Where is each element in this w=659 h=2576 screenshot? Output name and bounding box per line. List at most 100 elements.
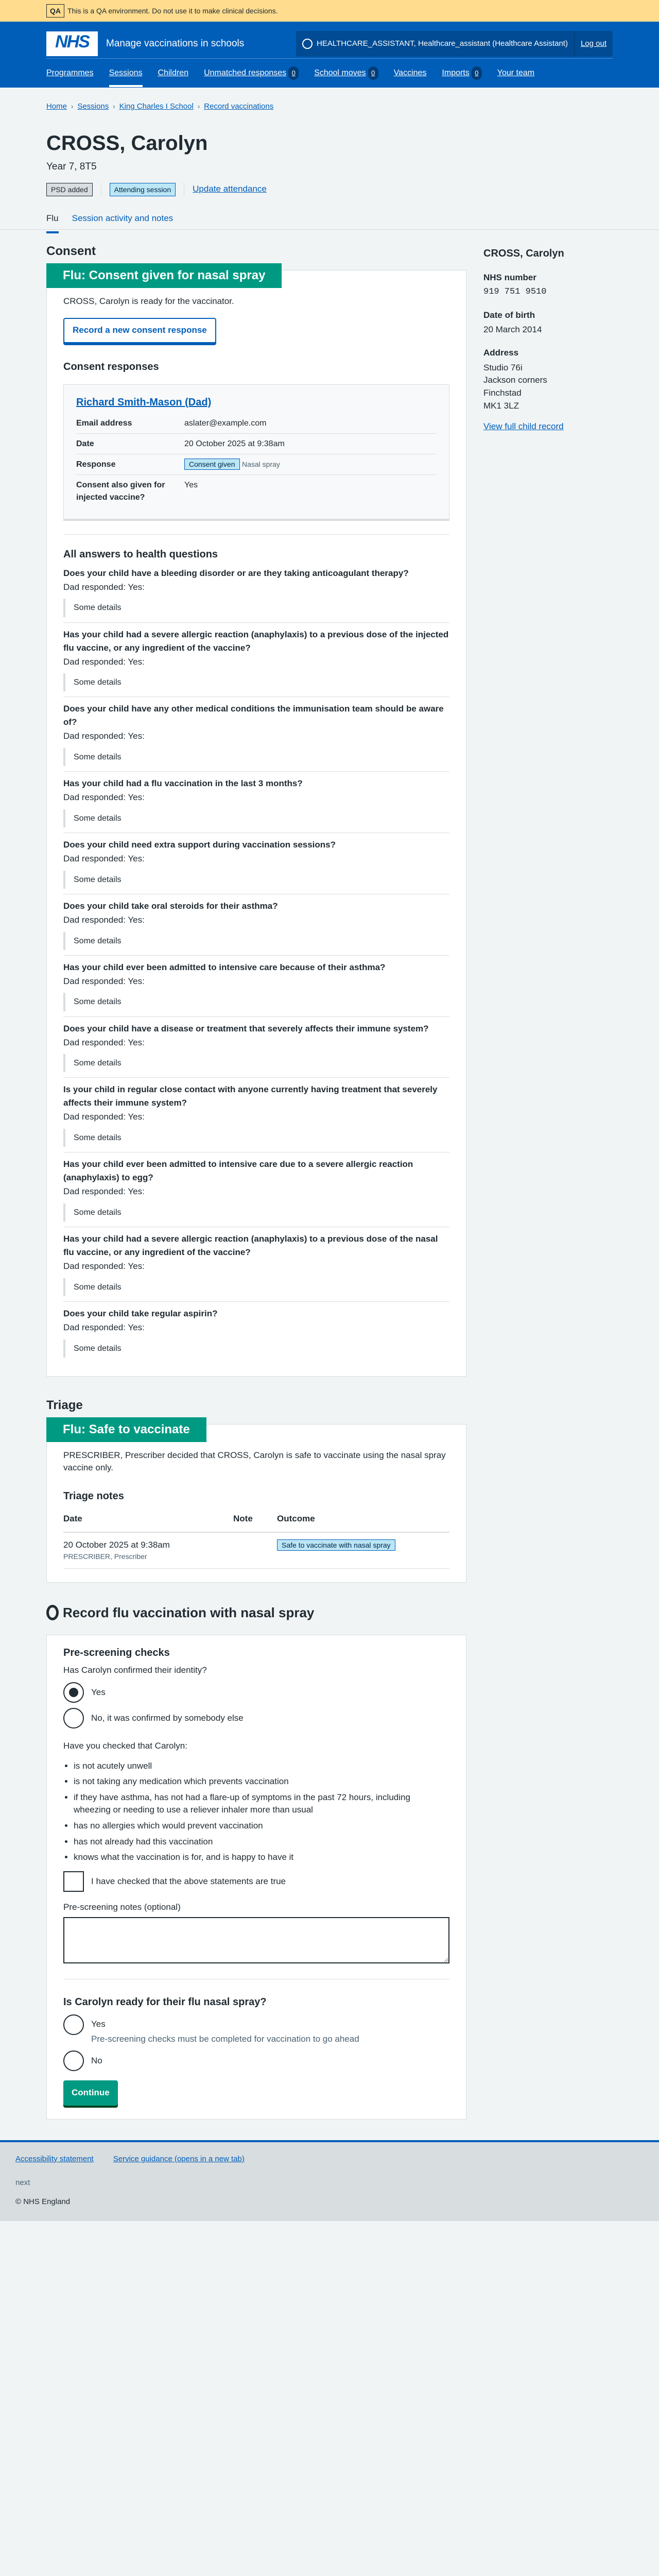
user-icon bbox=[302, 38, 313, 49]
accessibility-link[interactable]: Accessibility statement bbox=[15, 2154, 94, 2165]
nav-sessions[interactable]: Sessions bbox=[109, 59, 143, 87]
health-question: Does your child have any other medical c… bbox=[63, 697, 449, 772]
ready-question: Is Carolyn ready for their flu nasal spr… bbox=[63, 1996, 267, 2008]
tab-flu[interactable]: Flu bbox=[46, 212, 59, 233]
nav-school-moves[interactable]: School moves 0 bbox=[314, 59, 378, 87]
identity-no-radio[interactable]: No, it was confirmed by somebody else bbox=[63, 1707, 449, 1728]
qa-text: This is a QA environment. Do not use it … bbox=[67, 6, 278, 15]
nav-your-team[interactable]: Your team bbox=[497, 59, 534, 87]
nav-vaccines[interactable]: Vaccines bbox=[394, 59, 427, 87]
child-summary: CROSS, Carolyn NHS number 919 751 9510 Da… bbox=[483, 243, 613, 2120]
consent-given-tag: Consent given bbox=[184, 459, 240, 470]
question-details: Some details bbox=[63, 870, 449, 889]
summary-name: CROSS, Carolyn bbox=[483, 247, 564, 259]
question-response: Dad responded: Yes: bbox=[63, 854, 145, 864]
identity-yes-radio[interactable]: Yes bbox=[63, 1682, 449, 1703]
tab-session-activity[interactable]: Session activity and notes bbox=[72, 212, 174, 229]
question-text: Does your child have any other medical c… bbox=[63, 704, 444, 727]
question-text: Does your child have a disease or treatm… bbox=[63, 1023, 429, 1033]
breadcrumb-link[interactable]: Home bbox=[46, 101, 67, 112]
page-title: CROSS, Carolyn bbox=[46, 132, 208, 155]
record-heading: Record flu vaccination with nasal spray bbox=[46, 1603, 466, 1623]
nav-programmes[interactable]: Programmes bbox=[46, 59, 94, 87]
triage-heading: Triage bbox=[46, 1398, 83, 1412]
table-row: 20 October 2025 at 9:38am PRESCRIBER, Pre… bbox=[63, 1532, 449, 1569]
question-response: Dad responded: Yes: bbox=[63, 1112, 145, 1122]
breadcrumb-link[interactable]: King Charles I School bbox=[119, 101, 194, 112]
question-details: Some details bbox=[63, 1129, 449, 1147]
triage-card: Flu: Safe to vaccinate PRESCRIBER, Presc… bbox=[46, 1417, 466, 1583]
question-response: Dad responded: Yes: bbox=[63, 976, 145, 986]
question-response: Dad responded: Yes: bbox=[63, 1322, 145, 1332]
logout-link[interactable]: Log out bbox=[574, 30, 606, 57]
prescreen-heading: Pre-screening checks bbox=[63, 1647, 170, 1659]
question-text: Has your child had a severe allergic rea… bbox=[63, 1234, 438, 1258]
consent-card-title: Flu: Consent given for nasal spray bbox=[46, 263, 282, 288]
checked-intro: Have you checked that Carolyn: bbox=[63, 1740, 187, 1751]
question-response: Dad responded: Yes: bbox=[63, 582, 145, 592]
view-child-record-link[interactable]: View full child record bbox=[483, 420, 613, 433]
health-question: Has your child ever been admitted to int… bbox=[63, 1153, 449, 1228]
qa-banner: QA This is a QA environment. Do not use i… bbox=[0, 0, 659, 22]
question-response: Dad responded: Yes: bbox=[63, 1187, 145, 1197]
nav-unmatched-responses[interactable]: Unmatched responses 0 bbox=[204, 59, 299, 87]
question-text: Has your child had a severe allergic rea… bbox=[63, 629, 449, 653]
breadcrumb-link[interactable]: Record vaccinations bbox=[204, 101, 273, 112]
date-row: Date 20 October 2025 at 9:38am bbox=[76, 434, 437, 455]
outcome-tag: Safe to vaccinate with nasal spray bbox=[277, 1539, 395, 1551]
question-text: Does your child take oral steroids for t… bbox=[63, 901, 278, 911]
question-details: Some details bbox=[63, 993, 449, 1011]
question-response: Dad responded: Yes: bbox=[63, 792, 145, 803]
email-row: Email address aslater@example.com bbox=[76, 413, 437, 434]
update-attendance-link[interactable]: Update attendance bbox=[193, 183, 267, 196]
count-badge: 0 bbox=[471, 66, 482, 80]
date-of-birth: 20 March 2014 bbox=[483, 325, 542, 335]
account-name: HEALTHCARE_ASSISTANT, Healthcare_assista… bbox=[316, 39, 568, 48]
ready-yes-radio[interactable]: Yes bbox=[63, 2014, 449, 2035]
question-details: Some details bbox=[63, 1054, 449, 1073]
response-row: Response Consent given Nasal spray bbox=[76, 454, 437, 476]
injected-consent-row: Consent also given for injected vaccine?… bbox=[76, 481, 198, 502]
question-text: Does your child need extra support durin… bbox=[63, 840, 336, 850]
record-new-consent-button[interactable]: Record a new consent response bbox=[63, 318, 216, 343]
service-guidance-link[interactable]: Service guidance (opens in a new tab) bbox=[113, 2154, 245, 2165]
health-question: Does your child have a bleeding disorder… bbox=[63, 562, 449, 623]
question-details: Some details bbox=[63, 673, 449, 692]
checks-list: is not acutely unwell is not taking any m… bbox=[63, 1760, 449, 1864]
health-question: Has your child ever been admitted to int… bbox=[63, 956, 449, 1017]
nav-children[interactable]: Children bbox=[158, 59, 189, 87]
check-item: is not taking any medication which preve… bbox=[74, 1775, 449, 1788]
ready-text: CROSS, Carolyn is ready for the vaccinat… bbox=[63, 296, 234, 306]
check-item: if they have asthma, has not had a flare… bbox=[74, 1791, 449, 1817]
triage-card-title: Flu: Safe to vaccinate bbox=[46, 1417, 206, 1442]
question-response: Dad responded: Yes: bbox=[63, 1037, 145, 1047]
question-details: Some details bbox=[63, 931, 449, 950]
record-card: Pre-screening checks Has Carolyn confirm… bbox=[46, 1635, 466, 2120]
continue-button[interactable]: Continue bbox=[63, 2080, 118, 2106]
confirm-checkbox[interactable]: I have checked that the above statements… bbox=[63, 1871, 449, 1892]
question-details: Some details bbox=[63, 1203, 449, 1222]
nhs-logo[interactable]: NHS bbox=[46, 31, 98, 56]
question-response: Dad responded: Yes: bbox=[63, 914, 145, 925]
nav-imports[interactable]: Imports 0 bbox=[442, 59, 482, 87]
triage-notes-heading: Triage notes bbox=[63, 1490, 124, 1502]
chevron-right-icon: › bbox=[71, 102, 74, 110]
prescreen-notes-input[interactable] bbox=[63, 1917, 449, 1963]
question-text: Has your child had a flu vaccination in … bbox=[63, 778, 303, 789]
service-name[interactable]: Manage vaccinations in schools bbox=[106, 37, 244, 51]
primary-nav: Programmes Sessions Children Unmatched resp… bbox=[46, 59, 613, 87]
ready-no-radio[interactable]: No bbox=[63, 2050, 449, 2072]
attendance-tag: Attending session bbox=[109, 182, 176, 196]
health-question: Does your child have a disease or treatm… bbox=[63, 1017, 449, 1078]
breadcrumb-link[interactable]: Sessions bbox=[77, 101, 109, 112]
parent-link[interactable]: Richard Smith-Mason (Dad) bbox=[76, 397, 211, 408]
consent-card: Flu: Consent given for nasal spray CROSS… bbox=[46, 263, 466, 1377]
question-response: Dad responded: Yes: bbox=[63, 656, 145, 667]
notes-label: Pre-screening notes (optional) bbox=[63, 1902, 181, 1912]
health-question: Has your child had a severe allergic rea… bbox=[63, 623, 449, 698]
question-response: Dad responded: Yes: bbox=[63, 731, 145, 741]
footer: Accessibility statement Service guidance … bbox=[0, 2140, 659, 2222]
count-badge: 0 bbox=[368, 66, 378, 80]
check-item: knows what the vaccination is for, and i… bbox=[74, 1851, 449, 1864]
ready-hint: Pre-screening checks must be completed f… bbox=[91, 2033, 359, 2044]
